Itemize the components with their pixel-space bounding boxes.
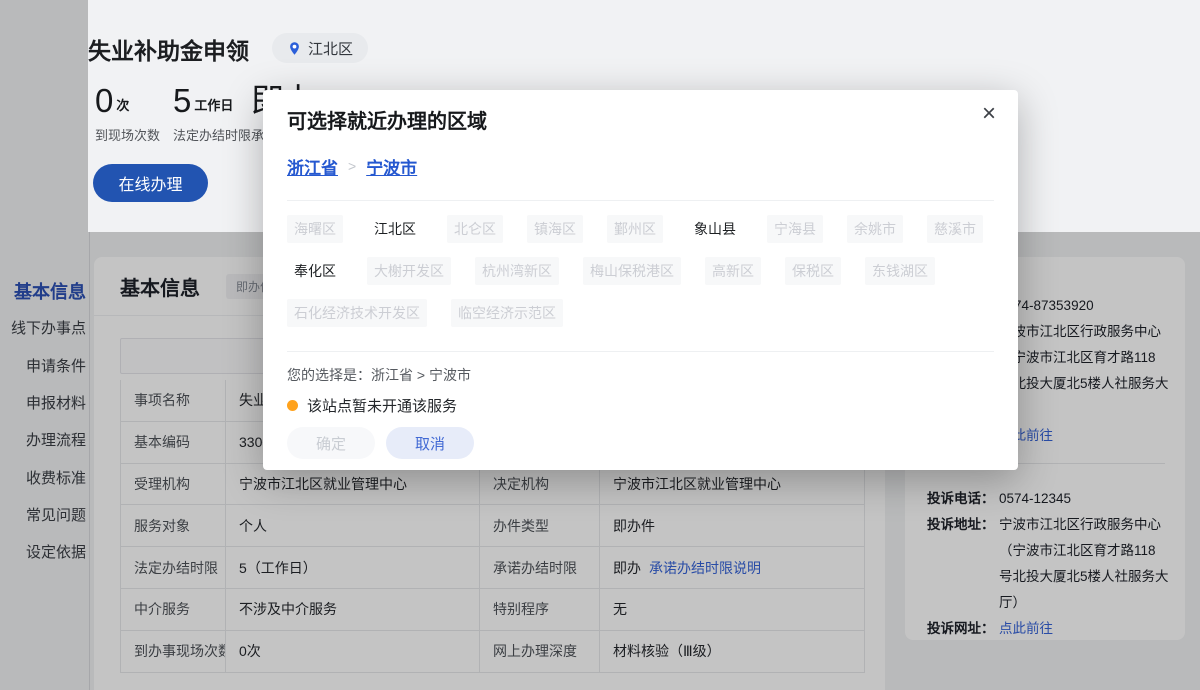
region-chip[interactable]: 石化经济技术开发区 bbox=[287, 299, 427, 327]
page-title: 失业补助金申领 bbox=[88, 32, 249, 66]
stat-label: 到现场次数 bbox=[95, 125, 173, 144]
warning-text: 该站点暂未开通该服务 bbox=[307, 395, 457, 416]
region-chip[interactable]: 象山县 bbox=[687, 215, 743, 243]
stat-value: 0 bbox=[95, 84, 113, 118]
region-chip[interactable]: 大榭开发区 bbox=[367, 257, 451, 285]
location-badge-label: 江北区 bbox=[308, 38, 353, 59]
modal-title: 可选择就近办理的区域 bbox=[287, 108, 994, 136]
cancel-button[interactable]: 取消 bbox=[386, 427, 474, 459]
dim-overlay-left bbox=[0, 0, 88, 232]
region-select-modal: 可选择就近办理的区域 × 浙江省 > 宁波市 海曙区 江北区 北仑区 镇海区 鄞… bbox=[263, 90, 1018, 470]
region-chip[interactable]: 高新区 bbox=[705, 257, 761, 285]
region-chip[interactable]: 海曙区 bbox=[287, 215, 343, 243]
warning-dot-icon bbox=[287, 400, 298, 411]
region-chip[interactable]: 临空经济示范区 bbox=[451, 299, 563, 327]
location-pin-icon bbox=[287, 41, 302, 56]
region-chip[interactable]: 杭州湾新区 bbox=[475, 257, 559, 285]
modal-buttons: 确定 取消 bbox=[287, 427, 994, 459]
confirm-button[interactable]: 确定 bbox=[287, 427, 375, 459]
close-icon[interactable]: × bbox=[982, 102, 996, 126]
warning-row: 该站点暂未开通该服务 bbox=[287, 394, 994, 416]
region-chip[interactable]: 江北区 bbox=[367, 215, 423, 243]
breadcrumb-province[interactable]: 浙江省 bbox=[287, 154, 338, 179]
stat-unit: 次 bbox=[116, 95, 129, 114]
region-chip[interactable]: 镇海区 bbox=[527, 215, 583, 243]
divider bbox=[287, 200, 994, 201]
region-chip[interactable]: 慈溪市 bbox=[927, 215, 983, 243]
divider bbox=[287, 351, 994, 352]
breadcrumb-city[interactable]: 宁波市 bbox=[366, 154, 417, 179]
stat-item: 5 工作日 法定办结时限 bbox=[173, 84, 251, 144]
selection-text: 您的选择是：浙江省 > 宁波市 bbox=[287, 365, 994, 385]
location-badge[interactable]: 江北区 bbox=[272, 33, 368, 63]
stat-label: 法定办结时限 bbox=[173, 125, 251, 144]
online-apply-button[interactable]: 在线办理 bbox=[93, 164, 208, 202]
region-chip[interactable]: 保税区 bbox=[785, 257, 841, 285]
stat-item: 0 次 到现场次数 bbox=[95, 84, 173, 144]
page: 失业补助金申领 江北区 0 次 到现场次数 5 工作日 法定办结时限 bbox=[0, 0, 1200, 690]
region-chip[interactable]: 奉化区 bbox=[287, 257, 343, 285]
stat-value: 5 bbox=[173, 84, 191, 118]
stat-unit: 工作日 bbox=[194, 95, 233, 114]
region-chip-list: 海曙区 江北区 北仑区 镇海区 鄞州区 象山县 宁海县 余姚市 慈溪市 奉化区 … bbox=[287, 215, 994, 327]
region-chip[interactable]: 东钱湖区 bbox=[865, 257, 935, 285]
chevron-right-icon: > bbox=[348, 158, 356, 174]
region-chip[interactable]: 鄞州区 bbox=[607, 215, 663, 243]
region-chip[interactable]: 北仑区 bbox=[447, 215, 503, 243]
region-chip[interactable]: 余姚市 bbox=[847, 215, 903, 243]
breadcrumb: 浙江省 > 宁波市 bbox=[287, 154, 994, 178]
region-chip[interactable]: 宁海县 bbox=[767, 215, 823, 243]
region-chip[interactable]: 梅山保税港区 bbox=[583, 257, 681, 285]
